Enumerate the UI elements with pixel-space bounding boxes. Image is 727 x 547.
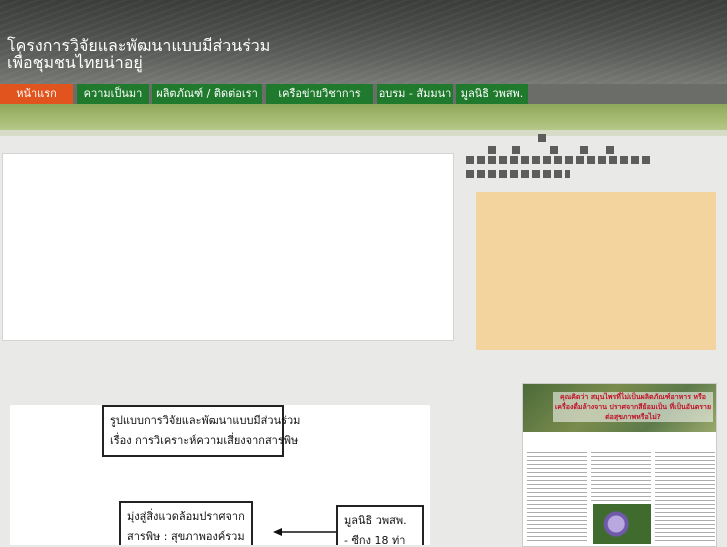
- nav-item-training[interactable]: อบรม - สัมมนา: [377, 84, 453, 104]
- diagram-box-text: สารพิษ : สุขภาพองค์รวม: [127, 530, 245, 543]
- pixel-row: [466, 170, 570, 178]
- poster-headline: คุณคิดว่า สมุนไพรที่ไม่เป็นผลิตภัณฑ์อาหา…: [553, 392, 713, 422]
- site-title-line2: เพื่อชุมชนไทยน่าอยู่: [7, 53, 143, 72]
- diagram-box-research-model: รูปแบบการวิจัยและพัฒนาแบบมีส่วนร่วม เรื่…: [102, 405, 301, 457]
- diagram-box-text: มูลนิธิ วพสพ.: [344, 514, 407, 527]
- green-band: [0, 104, 727, 130]
- pixel-block: [512, 146, 520, 154]
- pixel-block: [488, 146, 496, 154]
- nav-item-foundation[interactable]: มูลนิธิ วพสพ.: [456, 84, 528, 104]
- diagram-box-text: เรื่อง การวิเคราะห์ความเสี่ยงจากสารพิษ: [110, 434, 299, 447]
- poster-text-column: [655, 452, 715, 542]
- main-content-box: [2, 153, 454, 341]
- site-title: โครงการวิจัยและพัฒนาแบบมีส่วนร่วม เพื่อช…: [7, 37, 270, 71]
- pixel-row: [466, 156, 650, 164]
- research-diagram: รูปแบบการวิจัยและพัฒนาแบบมีส่วนร่วม เรื่…: [10, 405, 430, 545]
- poster-text-column: [591, 452, 651, 502]
- pixel-block: [550, 146, 558, 154]
- pixel-logo-graphic: [466, 134, 656, 184]
- herbal-poster-image[interactable]: คุณคิดว่า สมุนไพรที่ไม่เป็นผลิตภัณฑ์อาหา…: [522, 383, 717, 547]
- side-panel: [476, 192, 716, 350]
- main-nav: หน้าแรก ความเป็นมา ผลิตภัณฑ์ / ติดต่อเรา…: [0, 84, 727, 104]
- nav-item-home[interactable]: หน้าแรก: [0, 84, 73, 104]
- poster-text-column: [527, 452, 587, 542]
- diagram-box-text: - ซีกง 18 ท่า: [344, 534, 406, 545]
- pixel-block: [606, 146, 614, 154]
- nav-item-products-contact[interactable]: ผลิตภัณฑ์ / ติดต่อเรา: [152, 84, 262, 104]
- nav-item-academic-network[interactable]: เครือข่ายวิชาการ: [266, 84, 373, 104]
- nav-item-history[interactable]: ความเป็นมา: [77, 84, 149, 104]
- diagram-box-text: รูปแบบการวิจัยและพัฒนาแบบมีส่วนร่วม: [110, 414, 301, 427]
- site-title-line1: โครงการวิจัยและพัฒนาแบบมีส่วนร่วม: [7, 36, 271, 55]
- poster-flower-photo: [593, 504, 651, 544]
- diagram-box-foundation: มูลนิธิ วพสพ. - ซีกง 18 ท่า: [336, 505, 424, 545]
- diagram-box-toxin-free: มุ่งสู่สิ่งแวดล้อมปราศจาก สารพิษ : สุขภา…: [119, 501, 253, 545]
- site-header: โครงการวิจัยและพัฒนาแบบมีส่วนร่วม เพื่อช…: [0, 0, 727, 84]
- diagram-box-text: มุ่งสู่สิ่งแวดล้อมปราศจาก: [127, 510, 245, 523]
- pixel-block: [580, 146, 588, 154]
- pixel-block: [538, 134, 546, 142]
